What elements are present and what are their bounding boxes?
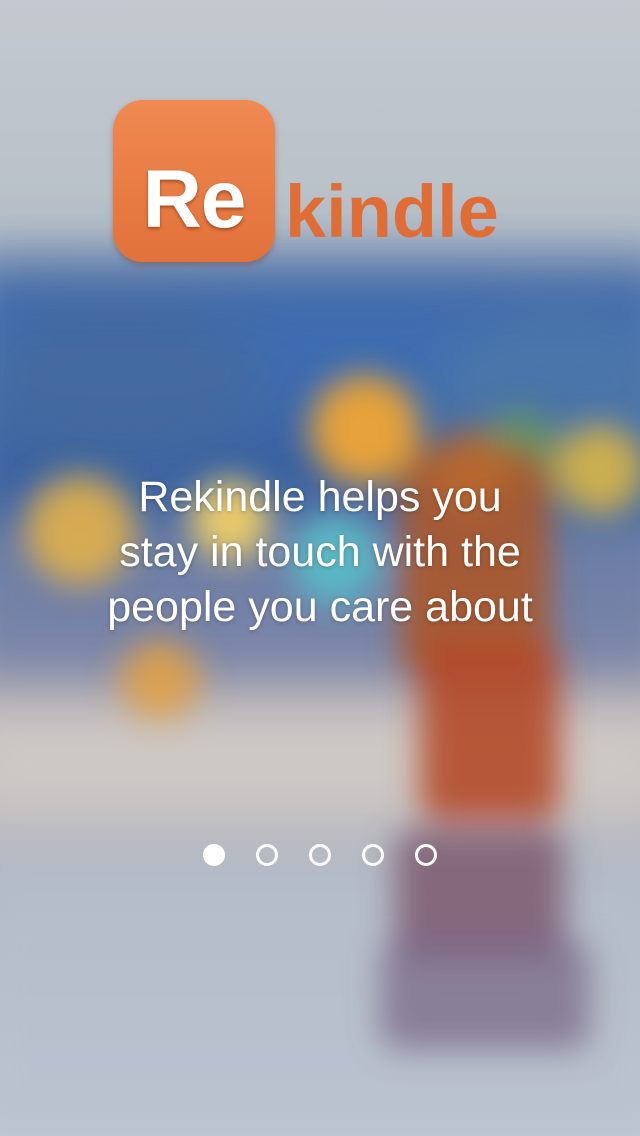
onboarding-tagline: Rekindle helps you stay in touch with th…: [107, 473, 533, 631]
logo-mark: Re: [113, 100, 275, 262]
page-dot-5[interactable]: [415, 844, 437, 866]
page-dot-3[interactable]: [309, 844, 331, 866]
page-dot-2[interactable]: [256, 844, 278, 866]
page-dot-4[interactable]: [362, 844, 384, 866]
rekindle-logo: Re kindle: [113, 100, 533, 262]
logo-mark-text: Re: [142, 154, 247, 245]
logo-wordmark-text: kindle: [285, 170, 499, 253]
page-dot-1[interactable]: [203, 844, 225, 866]
page-indicator[interactable]: [0, 844, 640, 866]
